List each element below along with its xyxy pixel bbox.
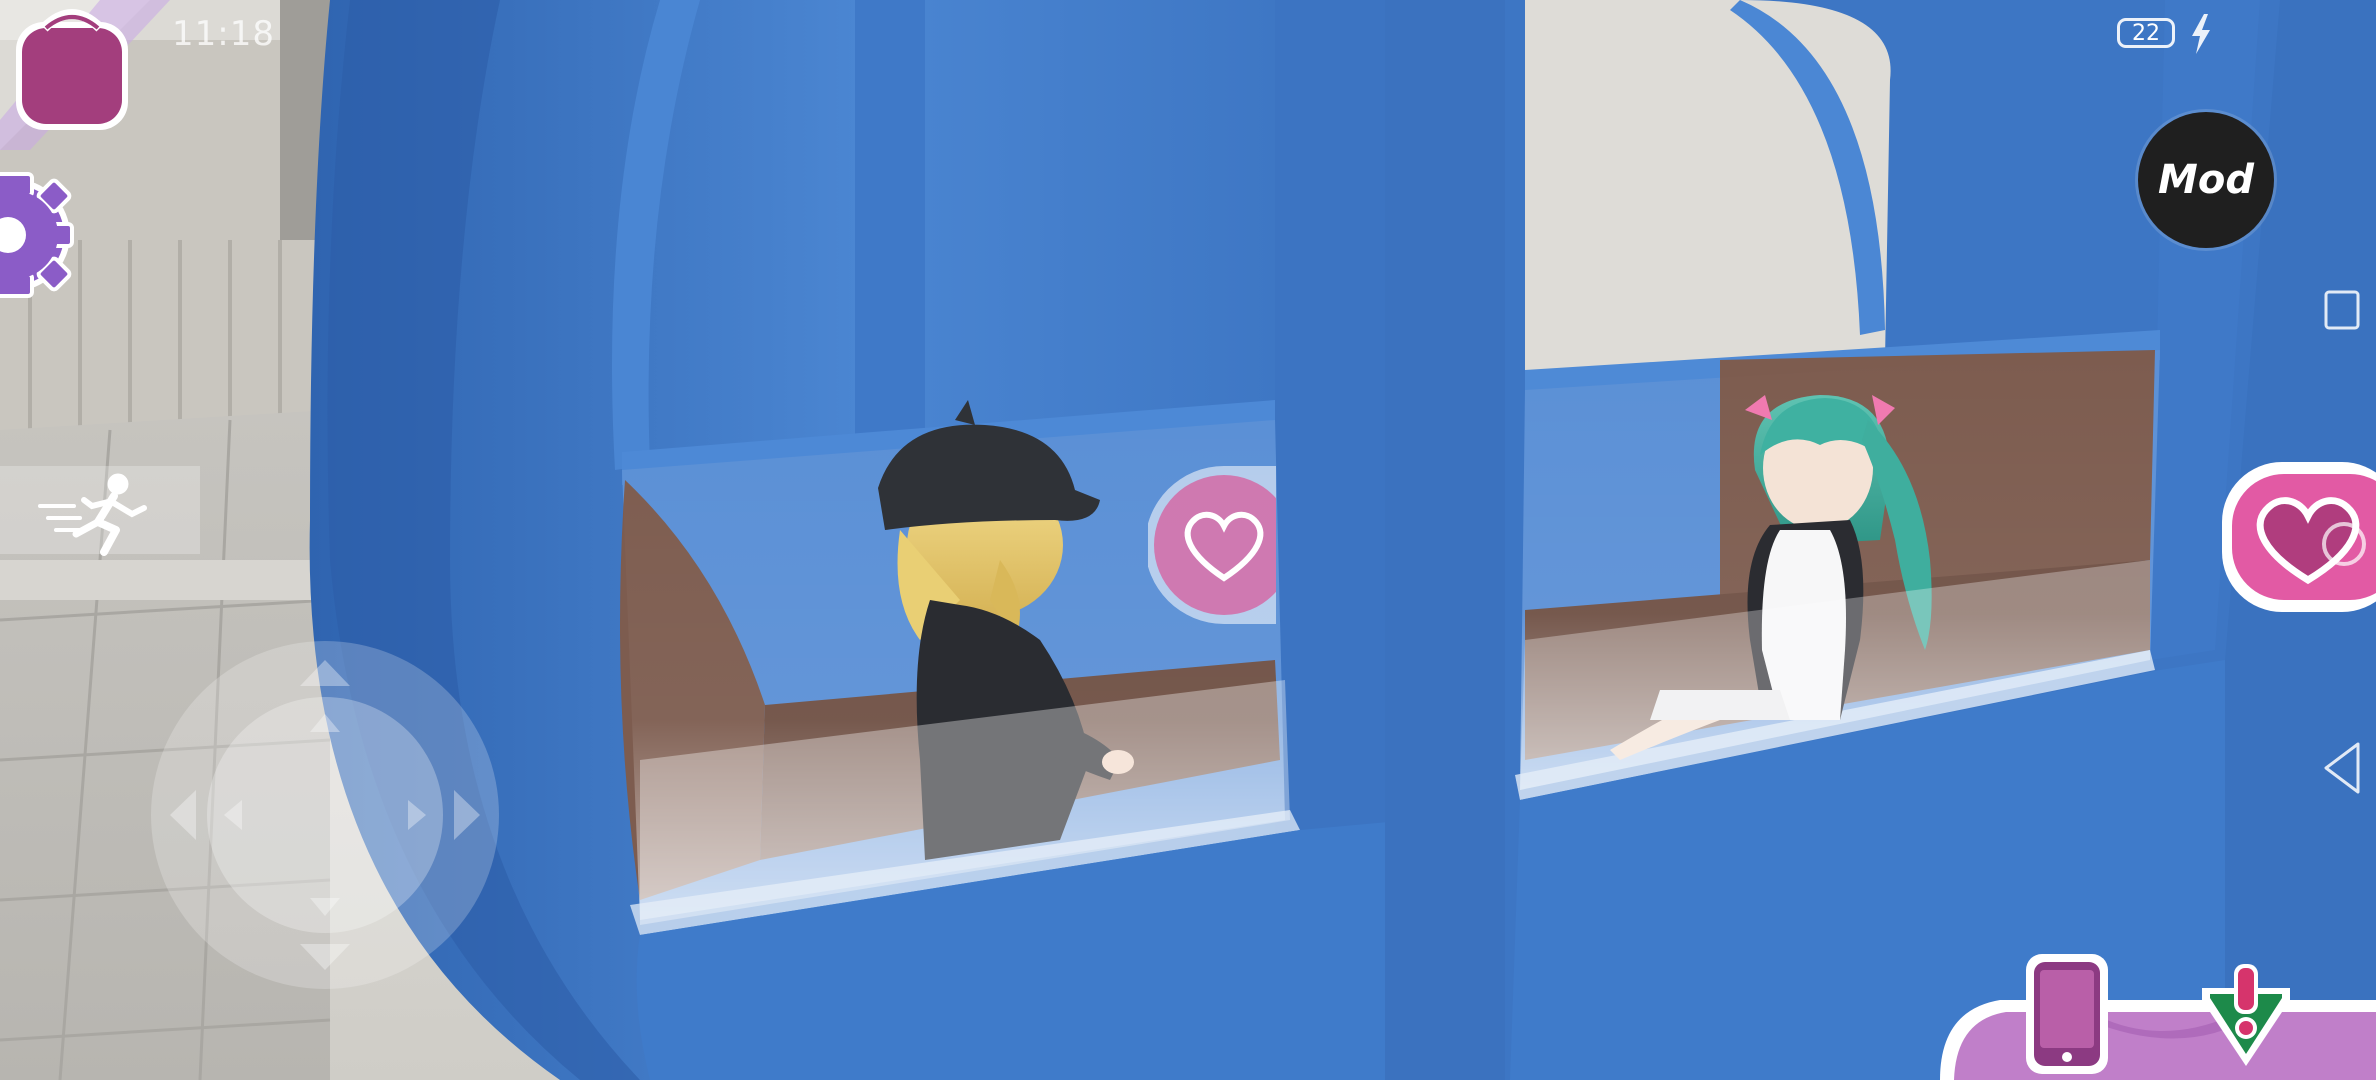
nav-recent-apps[interactable] xyxy=(2322,286,2362,334)
like-button-mid[interactable] xyxy=(1148,466,1276,624)
triangle-back-icon xyxy=(2324,742,2360,794)
bag-button[interactable] xyxy=(0,0,170,150)
nav-back-button[interactable] xyxy=(2322,740,2362,796)
status-time: 11:18 xyxy=(172,14,275,54)
like-button[interactable] xyxy=(2222,462,2376,612)
mod-button[interactable]: Mod xyxy=(2138,112,2274,248)
charging-bolt-icon xyxy=(2192,14,2210,54)
movement-joystick[interactable] xyxy=(150,640,500,990)
alert-button[interactable] xyxy=(2198,962,2294,1068)
settings-button[interactable] xyxy=(0,160,80,310)
gear-icon xyxy=(0,172,74,298)
square-icon xyxy=(2324,290,2360,330)
phone-button[interactable] xyxy=(2024,952,2110,1076)
game-viewport[interactable]: 11:18 22 Mod xyxy=(0,0,2376,1080)
directional-pad xyxy=(151,641,499,989)
run-button[interactable] xyxy=(0,460,200,560)
bottom-toolbar xyxy=(1940,1000,2376,1080)
exclamation-shield-icon xyxy=(2202,964,2290,1066)
school-bag-icon xyxy=(16,9,128,130)
smartphone-icon xyxy=(2026,954,2108,1074)
battery-indicator: 22 xyxy=(2117,18,2175,48)
